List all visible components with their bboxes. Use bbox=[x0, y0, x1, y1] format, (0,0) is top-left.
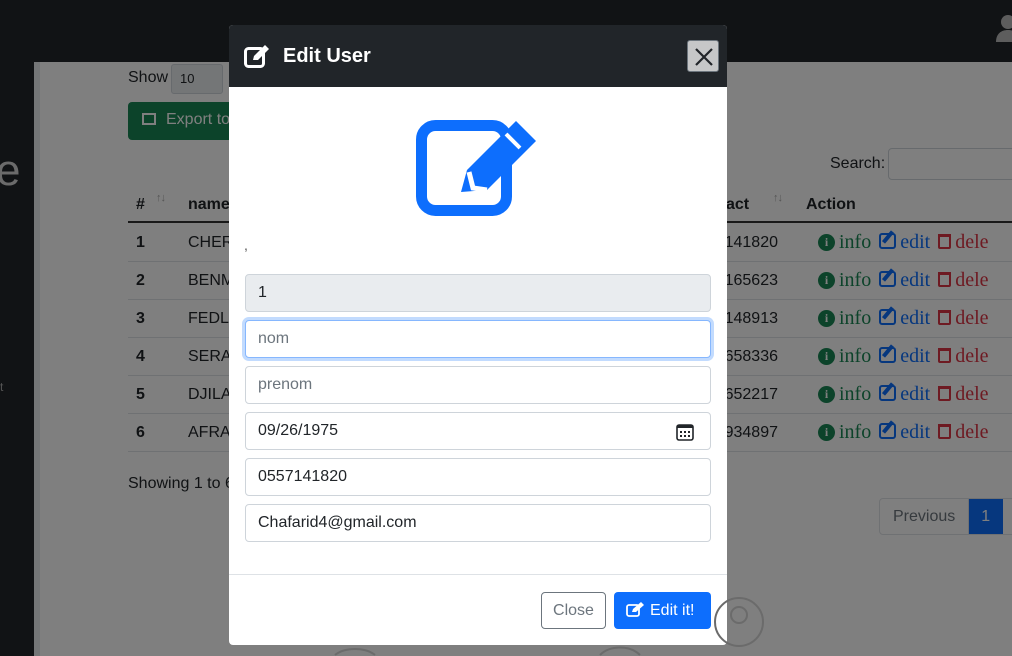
modal-footer-divider bbox=[229, 574, 727, 575]
submit-label: Edit it! bbox=[650, 601, 695, 619]
close-icon bbox=[695, 48, 713, 66]
prenom-field[interactable] bbox=[245, 366, 711, 404]
email-field[interactable] bbox=[245, 504, 711, 542]
phone-field[interactable] bbox=[245, 458, 711, 496]
close-button[interactable] bbox=[687, 40, 719, 72]
id-field[interactable] bbox=[245, 274, 711, 312]
info-text: , bbox=[244, 237, 248, 253]
submit-edit-button[interactable]: Edit it! bbox=[614, 592, 711, 629]
nom-field[interactable] bbox=[245, 320, 711, 358]
edit-icon bbox=[626, 601, 644, 617]
modal-title: Edit User bbox=[283, 45, 371, 67]
modal-header: Edit User bbox=[229, 25, 727, 87]
edit-icon bbox=[416, 120, 536, 216]
close-modal-button[interactable]: Close bbox=[541, 592, 606, 629]
birthdate-field[interactable] bbox=[245, 412, 711, 450]
edit-icon bbox=[244, 45, 269, 68]
edit-user-modal: Edit User , Close Edit it! bbox=[229, 25, 727, 645]
calendar-icon[interactable] bbox=[676, 423, 694, 441]
